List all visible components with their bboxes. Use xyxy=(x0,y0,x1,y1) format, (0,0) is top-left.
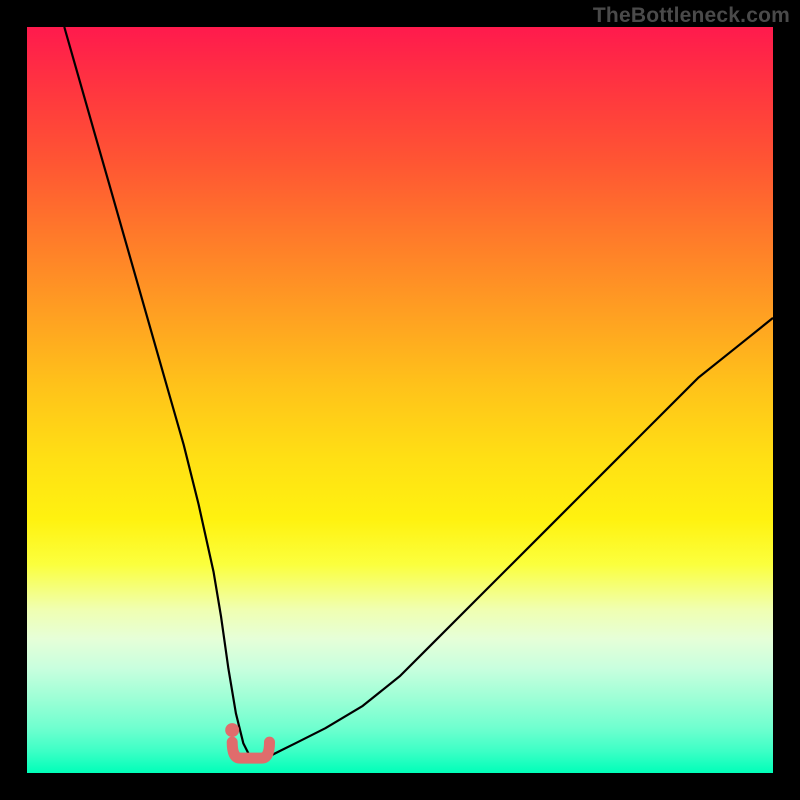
curve-path xyxy=(64,27,773,758)
valley-dot xyxy=(225,723,239,737)
curve-layer xyxy=(27,27,773,773)
valley-marker xyxy=(225,723,269,758)
bottleneck-curve xyxy=(64,27,773,758)
watermark-text: TheBottleneck.com xyxy=(593,4,790,28)
valley-bracket xyxy=(232,742,269,758)
plot-area xyxy=(27,27,773,773)
chart-frame: TheBottleneck.com xyxy=(0,0,800,800)
